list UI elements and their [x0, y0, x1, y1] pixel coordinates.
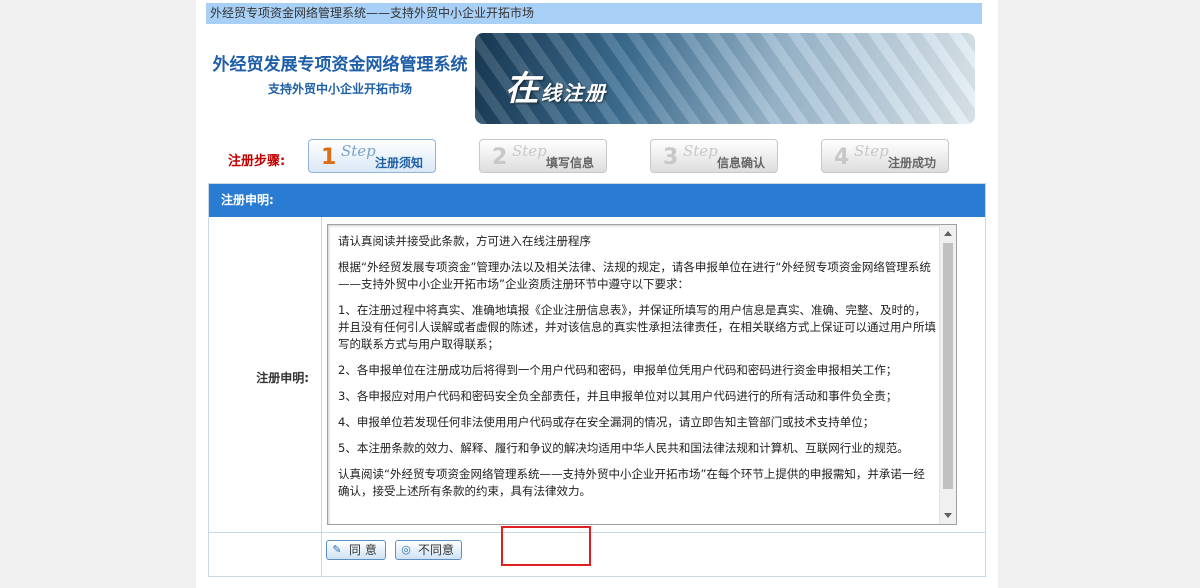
system-subtitle: 支持外贸中小企业开拓市场	[267, 82, 412, 96]
terms-paragraph: 1、在注册过程中将真实、准确地填报《企业注册信息表》，并保证所填写的用户信息是真…	[338, 303, 936, 351]
top-title-text: 外经贸专项资金网络管理系统——支持外贸中小企业开拓市场	[210, 6, 535, 20]
terms-paragraph: 认真阅读“外经贸专项资金网络管理系统——支持外贸中小企业开拓市场”在每个环节上提…	[338, 467, 925, 498]
disagree-button[interactable]: ◎ 不同意	[395, 540, 462, 560]
terms-textarea[interactable]: 请认真阅读并接受此条款，方可进入在线注册程序 根据“外经贸发展专项资金”管理办法…	[327, 224, 957, 525]
scrollbar-thumb[interactable]	[943, 243, 953, 489]
step-label: 填写信息	[546, 156, 595, 170]
registration-statement-form: 注册申明: 注册申明: 请认真阅读并接受此条款，方可进入在线注册程序 根据“外经…	[208, 183, 986, 577]
banner-title-rest: 线注册	[541, 81, 607, 105]
button-row-label-cell	[209, 533, 322, 576]
step-word: Step	[854, 142, 889, 160]
step-3-confirm-info: 3 Step 信息确认	[650, 139, 778, 173]
scroll-down-arrow-icon[interactable]	[944, 513, 952, 518]
step-word: Step	[512, 142, 547, 160]
step-label: 注册成功	[888, 156, 937, 170]
terms-paragraph: 3、各申报应对用户代码和密码安全负全部责任，并且申报单位对以其用户代码进行的所有…	[338, 389, 898, 403]
page-container: 外经贸专项资金网络管理系统——支持外贸中小企业开拓市场 外经贸发展专项资金网络管…	[196, 0, 998, 588]
statement-row-label: 注册申明:	[256, 371, 309, 385]
terms-paragraph: 4、申报单位若发现任何非法使用用户代码或存在安全漏洞的情况，请立即告知主管部门或…	[338, 415, 875, 429]
agree-button-highlight-box	[501, 526, 591, 566]
terms-text: 请认真阅读并接受此条款，方可进入在线注册程序 根据“外经贸发展专项资金”管理办法…	[338, 233, 936, 521]
step-4-registration-success: 4 Step 注册成功	[821, 139, 949, 173]
top-title-bar: 外经贸专项资金网络管理系统——支持外贸中小企业开拓市场	[206, 3, 982, 24]
registration-steps-label: 注册步骤:	[228, 154, 286, 169]
step-number: 3	[663, 145, 679, 170]
terms-paragraph: 请认真阅读并接受此条款，方可进入在线注册程序	[338, 234, 591, 248]
step-number: 4	[834, 145, 850, 170]
step-2-fill-info: 2 Step 填写信息	[479, 139, 607, 173]
banner-title-first-char: 在	[505, 69, 541, 109]
terms-paragraph: 5、本注册条款的效力、解释、履行和争议的解决均适用中华人民共和国法律法规和计算机…	[338, 441, 909, 455]
step-word: Step	[683, 142, 718, 160]
scroll-up-arrow-icon[interactable]	[944, 231, 952, 236]
step-label: 信息确认	[717, 156, 766, 170]
online-registration-banner: 在线注册	[475, 33, 975, 124]
step-word: Step	[341, 142, 376, 160]
agree-button[interactable]: ✎ 同 意	[326, 540, 386, 560]
statement-row-label-cell: 注册申明:	[209, 217, 322, 533]
statement-row-content-cell: 请认真阅读并接受此条款，方可进入在线注册程序 根据“外经贸发展专项资金”管理办法…	[322, 217, 985, 533]
step-number: 2	[492, 145, 508, 170]
terms-scrollbar[interactable]	[939, 225, 956, 524]
terms-paragraph: 2、各申报单位在注册成功后将得到一个用户代码和密码，申报单位凭用户代码和密码进行…	[338, 363, 898, 377]
circle-icon: ◎	[401, 543, 411, 556]
agree-button-label: 同 意	[349, 543, 377, 557]
system-title: 外经贸发展专项资金网络管理系统	[212, 55, 468, 75]
step-number: 1	[321, 145, 337, 170]
terms-paragraph: 根据“外经贸发展专项资金”管理办法以及相关法律、法规的规定，请各申报单位在进行“…	[338, 260, 931, 291]
pencil-icon: ✎	[332, 543, 342, 556]
banner-title: 在线注册	[505, 61, 607, 110]
step-label: 注册须知	[375, 156, 424, 170]
disagree-button-label: 不同意	[418, 543, 455, 557]
form-header: 注册申明:	[209, 184, 985, 217]
step-1-registration-notice: 1 Step 注册须知	[308, 139, 436, 173]
